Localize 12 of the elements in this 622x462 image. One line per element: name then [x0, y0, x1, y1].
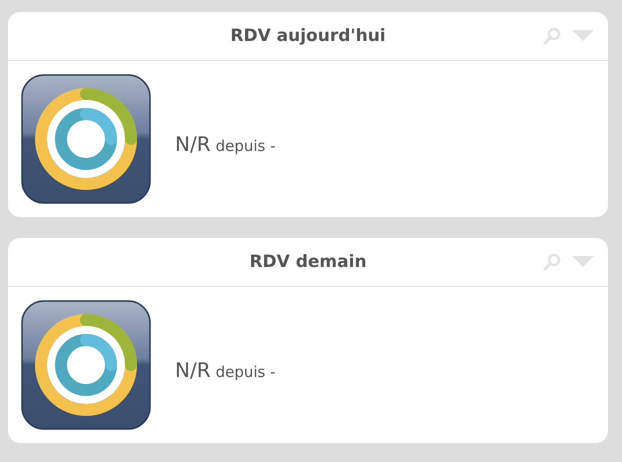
dropdown-icon[interactable] [572, 30, 594, 42]
widget-title: RDV demain [249, 252, 367, 272]
status-value: N/R [175, 132, 211, 156]
since-label: depuis - [216, 363, 276, 381]
app-icon [21, 300, 151, 430]
dropdown-icon[interactable] [572, 256, 594, 268]
app-icon [21, 74, 151, 204]
widget-title: RDV aujourd'hui [230, 26, 386, 46]
since-label: depuis - [216, 137, 276, 155]
status-value: N/R [175, 358, 211, 382]
search-icon[interactable] [542, 252, 562, 272]
search-icon[interactable] [542, 26, 562, 46]
